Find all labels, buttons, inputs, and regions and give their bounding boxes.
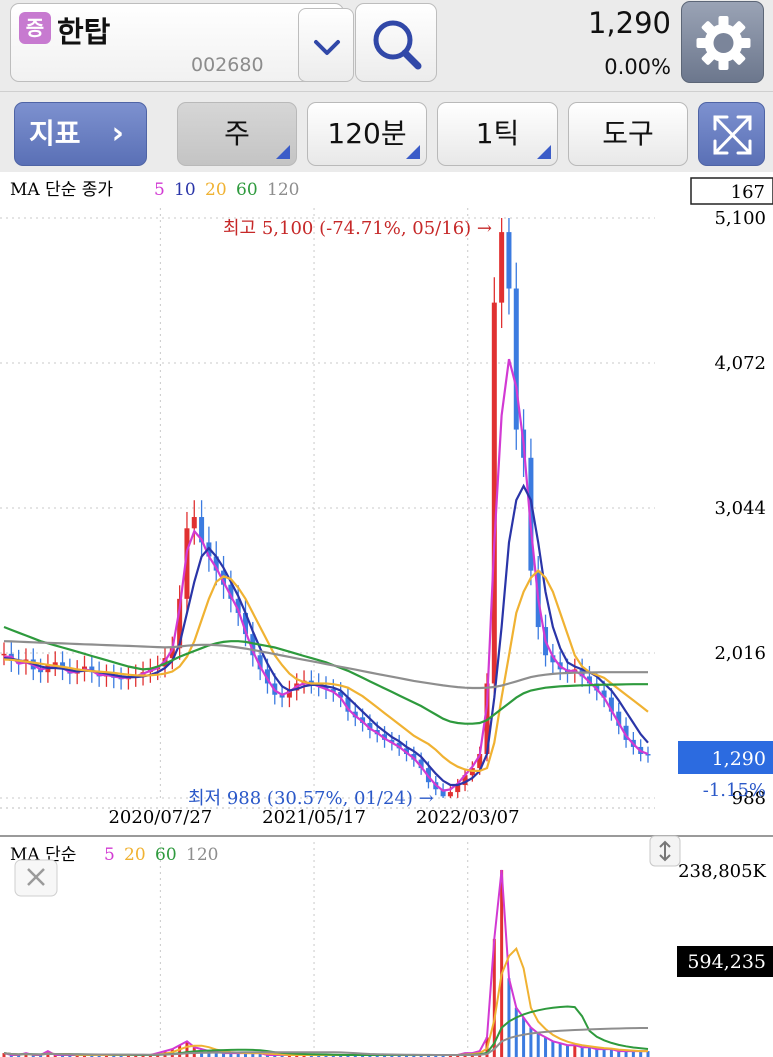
period-week-label: 주 [224, 117, 250, 150]
volume-bar [573, 1045, 577, 1057]
chart-toolbar: 지표 › 주 120분 1틱 도구 [0, 92, 773, 172]
legend-period-120: 120 [186, 845, 218, 865]
low-annotation: 최저 988 (30.57%, 01/24) → [188, 788, 434, 809]
current-price-marker-text: 1,290 [712, 748, 766, 770]
chevron-right-icon: › [111, 116, 124, 151]
y-tick-label: 2,016 [714, 643, 766, 664]
candle-body [506, 232, 512, 289]
volume-bar [602, 1049, 606, 1057]
chart-canvas[interactable]: MA 단순 종가 5 10 20 60 120 167 5,100 4,072 3,044 2… [0, 172, 773, 1057]
current-price: 1,290 [587, 6, 671, 40]
stock-dropdown-button[interactable] [298, 8, 354, 82]
legend-period-5: 5 [154, 180, 165, 200]
stock-chart[interactable]: MA 단순 종가 5 10 20 60 120 167 5,100 4,072 3,044 2… [0, 172, 773, 1057]
volume-bar [587, 1047, 591, 1057]
y-tick-label: 5,100 [714, 208, 766, 229]
ma-line-10 [3, 483, 649, 787]
indicator-label: 지표 [29, 117, 81, 150]
dropdown-corner-icon [406, 145, 420, 159]
legend-period-10: 10 [174, 180, 196, 200]
volume-bar [544, 1037, 548, 1057]
period-tick-button[interactable]: 1틱 [437, 102, 558, 166]
volume-bar [522, 1017, 526, 1057]
legend-period-60: 60 [155, 845, 177, 865]
volume-ma-line-5 [3, 869, 648, 1056]
stock-name: 한탑 [57, 15, 111, 49]
ma-line-5 [4, 358, 649, 792]
chevron-down-icon [314, 40, 340, 55]
top-value-text: 167 [731, 182, 765, 203]
volume-bar [595, 1049, 599, 1057]
volume-bar [566, 1045, 569, 1057]
main-legend-prefix: MA 단순 종가 [10, 180, 113, 200]
expand-button[interactable] [698, 102, 765, 166]
period-week-button[interactable]: 주 [177, 102, 297, 166]
legend-period-120: 120 [267, 180, 299, 200]
gear-icon [696, 16, 751, 70]
legend-period-20: 20 [124, 845, 146, 865]
candle-body [447, 792, 453, 797]
legend-period-20: 20 [205, 180, 227, 200]
volume-bar [536, 1033, 540, 1057]
x-tick-label: 2022/03/07 [416, 807, 520, 828]
expand-icon [713, 115, 752, 155]
legend-period-60: 60 [236, 180, 258, 200]
dropdown-corner-icon [276, 145, 290, 159]
volume-bar [558, 1043, 562, 1057]
market-badge: 증 [19, 12, 51, 44]
indicator-button[interactable]: 지표 › [14, 102, 147, 166]
volume-value-text: 594,235 [687, 951, 766, 973]
dropdown-corner-icon [537, 145, 551, 159]
legend-period-5: 5 [104, 845, 115, 865]
volume-ma-line-20 [3, 946, 648, 1056]
volume-bar [551, 1041, 555, 1057]
period-tick-label: 1틱 [475, 117, 520, 150]
volume-bar [580, 1047, 584, 1057]
resize-pane-button[interactable] [649, 835, 681, 867]
close-pane-button[interactable] [14, 859, 58, 897]
candle-body [499, 232, 505, 303]
settings-button[interactable] [681, 1, 764, 83]
volume-bar [507, 978, 511, 1057]
stock-selector[interactable]: 증 한탑 002680 [10, 3, 354, 82]
volume-bar [514, 1007, 518, 1057]
current-change-text: -1.15% [703, 780, 766, 801]
volume-max-tick: 238,805K [678, 861, 766, 882]
high-annotation: 최고 5,100 (-74.71%, 05/16) → [223, 218, 492, 239]
tool-button[interactable]: 도구 [568, 102, 688, 166]
volume-bar [178, 1045, 182, 1057]
search-button[interactable] [355, 3, 437, 82]
price-change-percent: 0.00% [604, 55, 671, 79]
top-bar: 증 한탑 002680 1,290 0.00% [0, 0, 773, 92]
search-icon [373, 20, 422, 70]
x-tick-label: 2021/05/17 [262, 807, 366, 828]
volume-bar [529, 1027, 533, 1057]
period-minute-label: 120분 [327, 117, 407, 150]
x-tick-label: 2020/07/27 [108, 807, 212, 828]
volume-bar [185, 1041, 189, 1057]
period-minute-button[interactable]: 120분 [307, 102, 427, 166]
ma-line-20 [3, 569, 649, 773]
tool-label: 도구 [602, 117, 654, 150]
y-tick-label: 3,044 [714, 498, 766, 519]
candle-body [191, 517, 197, 529]
candle-body [1, 653, 7, 656]
stock-code: 002680 [191, 54, 264, 76]
y-tick-label: 4,072 [714, 353, 766, 374]
